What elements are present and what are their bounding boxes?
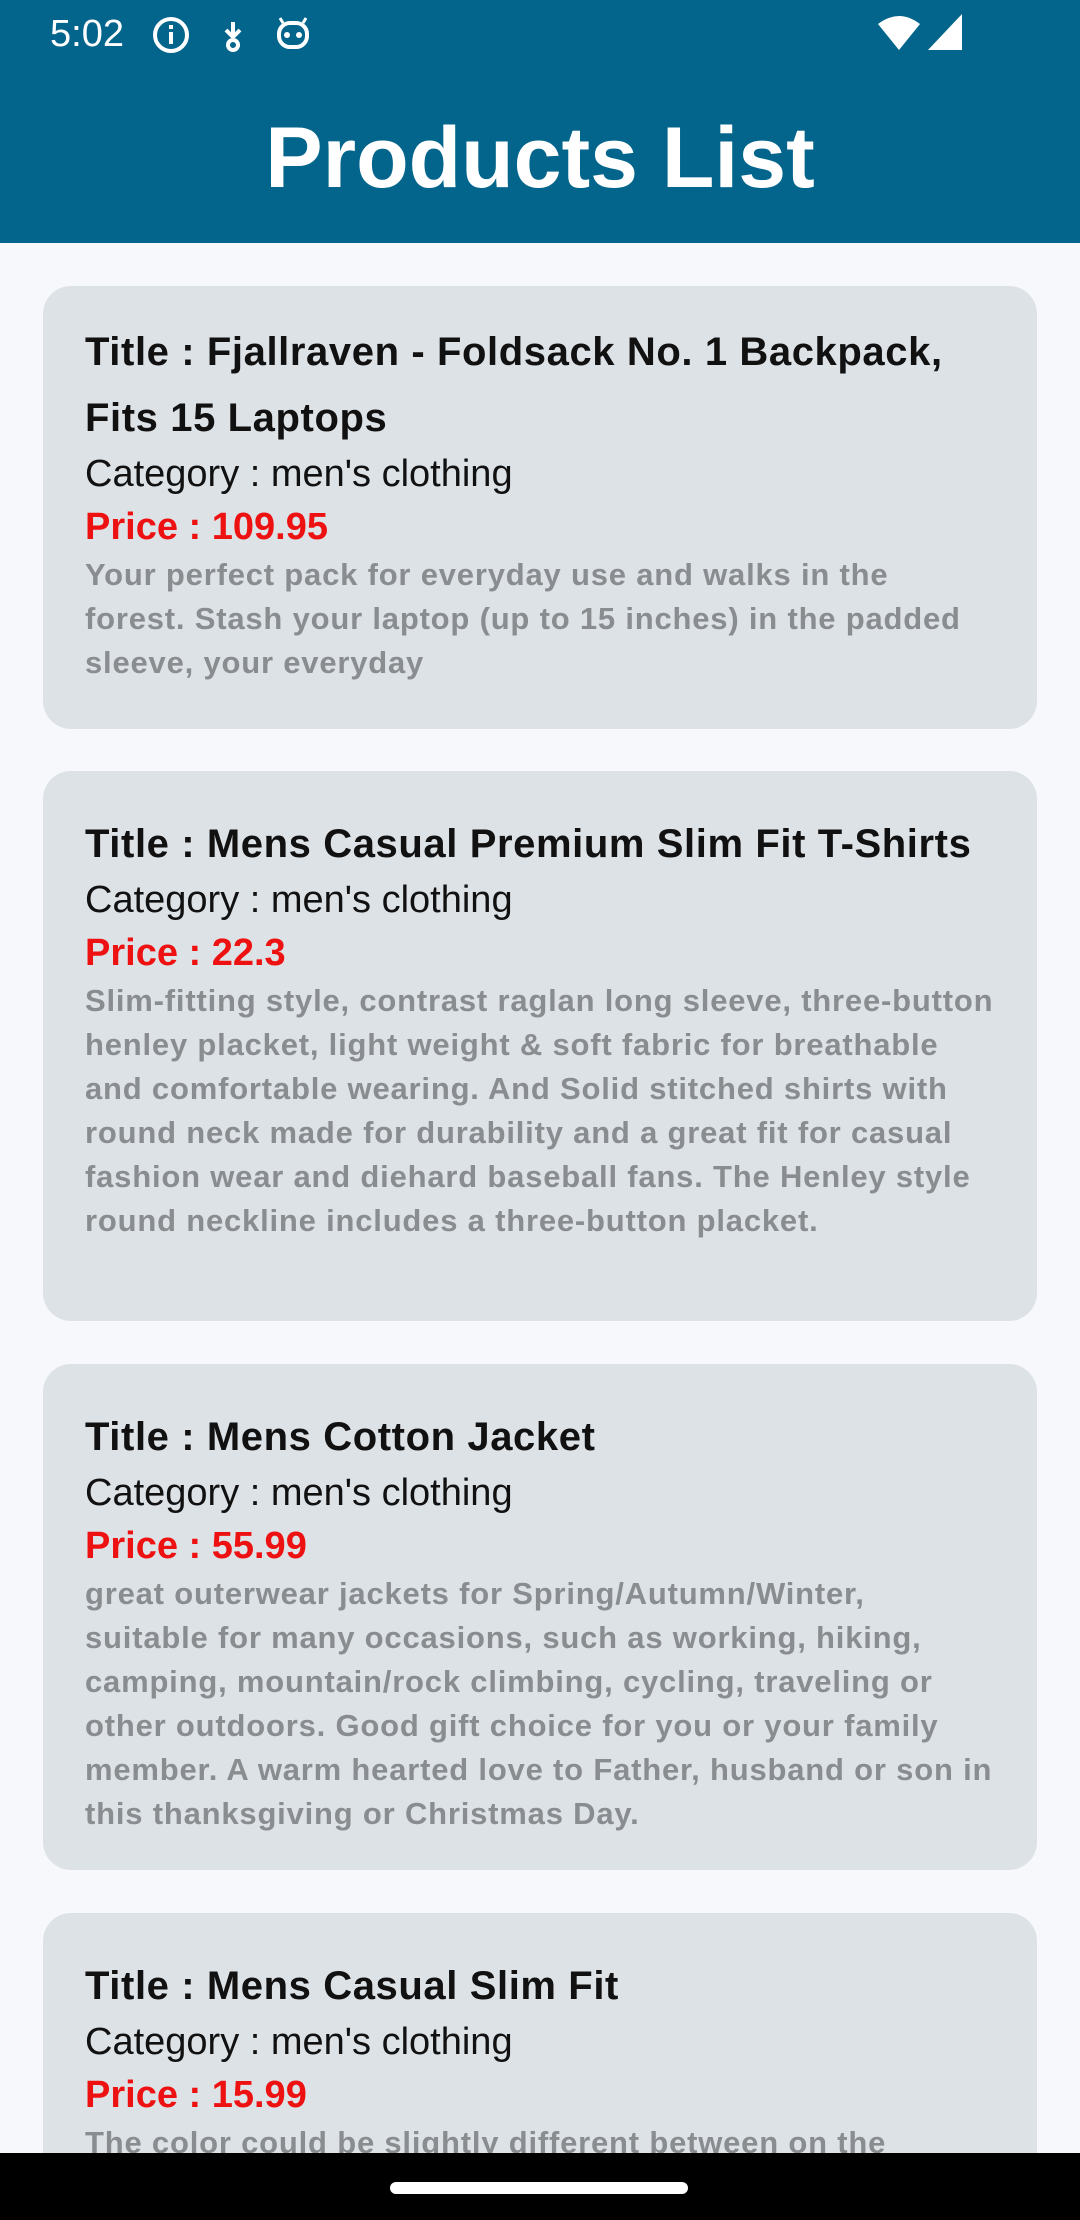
navigation-bar bbox=[0, 2153, 1080, 2220]
app-screen: 5:02 Products List Title : Fjallraven - … bbox=[0, 0, 1080, 2220]
page-title: Products List bbox=[265, 110, 815, 206]
product-category: Category : men's clothing bbox=[85, 2021, 513, 2063]
info-icon bbox=[153, 17, 189, 53]
product-description: Your perfect pack for everyday use and w… bbox=[85, 557, 961, 680]
android-robot-icon bbox=[277, 17, 309, 49]
product-list[interactable]: Title : Fjallraven - Foldsack No. 1 Back… bbox=[0, 243, 1080, 2153]
product-category: Category : men's clothing bbox=[85, 1472, 513, 1514]
status-time: 5:02 bbox=[50, 13, 124, 55]
product-card[interactable]: Title : Mens Cotton Jacket Category : me… bbox=[43, 1364, 1037, 1870]
product-title: Title : Fjallraven - Foldsack No. 1 Back… bbox=[85, 330, 943, 440]
wifi-icon bbox=[878, 16, 920, 50]
product-category: Category : men's clothing bbox=[85, 453, 513, 495]
product-price: Price : 22.3 bbox=[85, 932, 286, 974]
product-card[interactable]: Title : Mens Casual Slim Fit Category : … bbox=[43, 1913, 1037, 2153]
download-arrow-icon bbox=[224, 22, 242, 52]
product-title: Title : Mens Casual Slim Fit bbox=[85, 1964, 619, 2008]
product-description: The color could be slightly different be… bbox=[85, 2125, 887, 2153]
product-title: Title : Mens Casual Premium Slim Fit T-S… bbox=[85, 822, 972, 866]
app-header: 5:02 Products List bbox=[0, 0, 1080, 243]
product-card[interactable]: Title : Fjallraven - Foldsack No. 1 Back… bbox=[43, 286, 1037, 729]
product-price: Price : 15.99 bbox=[85, 2074, 307, 2116]
product-title: Title : Mens Cotton Jacket bbox=[85, 1415, 596, 1459]
product-card[interactable]: Title : Mens Casual Premium Slim Fit T-S… bbox=[43, 771, 1037, 1321]
product-description: Slim-fitting style, contrast raglan long… bbox=[85, 983, 994, 1238]
home-gesture-handle[interactable] bbox=[390, 2182, 688, 2194]
cell-signal-icon bbox=[928, 14, 962, 50]
product-category: Category : men's clothing bbox=[85, 879, 513, 921]
product-price: Price : 109.95 bbox=[85, 506, 328, 548]
product-price: Price : 55.99 bbox=[85, 1525, 307, 1567]
product-description: great outerwear jackets for Spring/Autum… bbox=[85, 1576, 993, 1831]
